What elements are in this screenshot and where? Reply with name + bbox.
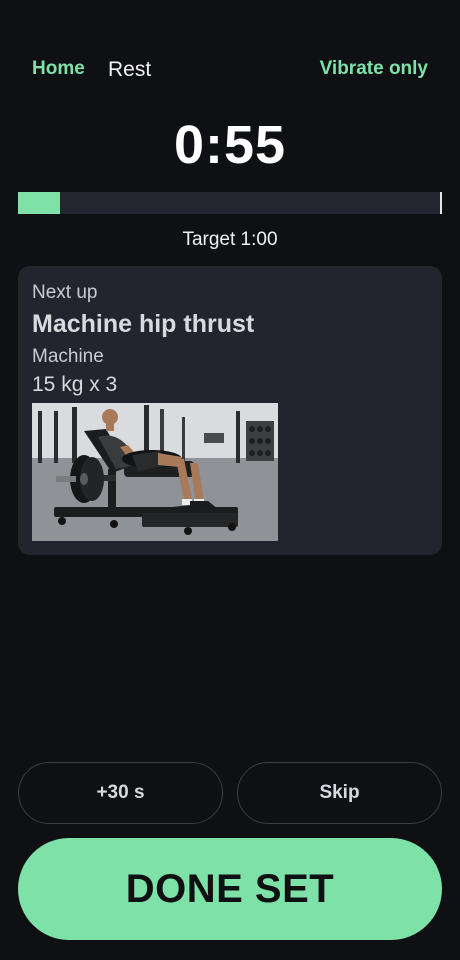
home-link[interactable]: Home xyxy=(32,58,85,80)
rest-timer: 0:55 xyxy=(173,115,287,175)
add-30-seconds-button[interactable]: +30 s xyxy=(18,762,223,824)
vibrate-toggle[interactable]: Vibrate only xyxy=(320,58,428,80)
done-set-button[interactable]: DONE SET xyxy=(18,838,442,940)
next-exercise-card: Next up Machine hip thrust Machine 15 kg… xyxy=(18,266,442,555)
page-title: Rest xyxy=(108,58,152,81)
skip-button[interactable]: Skip xyxy=(237,762,442,824)
rest-progress-bar xyxy=(18,192,442,214)
top-bar: Home Rest Vibrate only xyxy=(32,58,428,84)
exercise-name: Machine hip thrust xyxy=(32,310,255,338)
next-up-label: Next up xyxy=(32,282,98,303)
rest-progress-fill xyxy=(18,192,61,214)
exercise-equipment: Machine xyxy=(32,346,104,367)
target-time: Target 1:00 xyxy=(182,229,278,250)
exercise-weight-reps: 15 kg x 3 xyxy=(32,373,118,396)
exercise-image xyxy=(32,403,278,541)
